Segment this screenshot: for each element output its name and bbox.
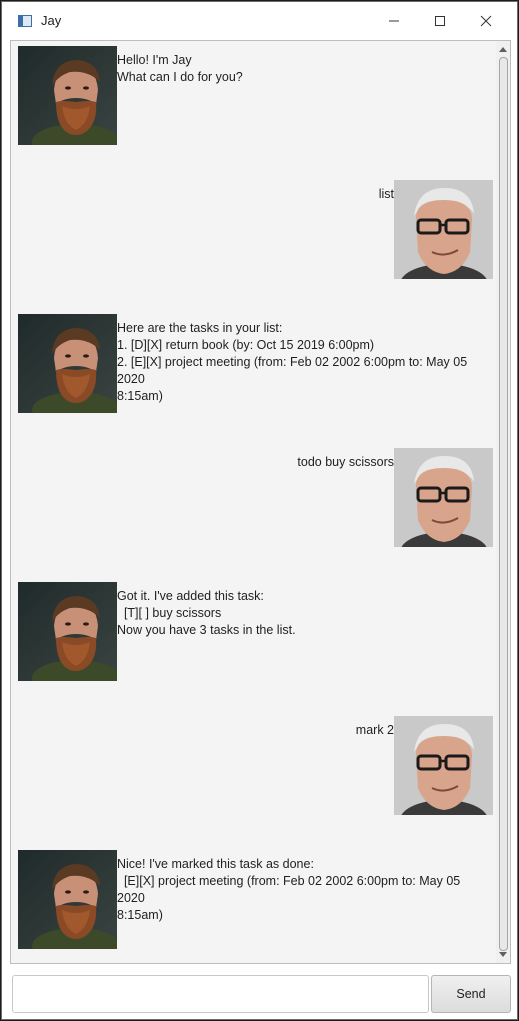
user-message-text: list	[378, 187, 394, 201]
bot-dialog: Hello! I'm Jay What can I do for you?	[18, 46, 493, 146]
title-bar[interactable]: Jay	[2, 2, 517, 40]
user-avatar	[394, 180, 493, 279]
bot-avatar	[18, 850, 117, 949]
close-button[interactable]	[464, 2, 510, 40]
scroll-down-arrow-icon[interactable]	[499, 952, 507, 957]
bot-dialog: Nice! I've marked this task as done: [E]…	[18, 850, 493, 950]
scroll-thumb[interactable]	[499, 57, 508, 951]
user-message-text: mark 2	[355, 723, 394, 737]
minimize-button[interactable]	[372, 2, 418, 40]
maximize-button[interactable]	[418, 2, 464, 40]
send-button[interactable]: Send	[431, 975, 511, 1013]
bot-message-text: Here are the tasks in your list: 1. [D][…	[117, 321, 468, 403]
close-icon	[480, 15, 492, 27]
message-input[interactable]	[12, 975, 429, 1013]
bot-avatar	[18, 314, 117, 413]
app-icon	[18, 15, 32, 27]
user-message-text: todo buy scissors	[297, 455, 394, 469]
bot-dialog: Here are the tasks in your list: 1. [D][…	[18, 314, 493, 414]
input-row: Send	[10, 974, 511, 1014]
maximize-icon	[435, 16, 445, 26]
app-window: Jay Hello! I'm Jay What can I do for you…	[1, 1, 518, 1020]
window-title: Jay	[41, 13, 62, 28]
user-avatar	[394, 716, 493, 815]
bot-message-text: Nice! I've marked this task as done: [E]…	[117, 857, 461, 922]
bot-avatar	[18, 46, 117, 145]
vertical-scrollbar[interactable]	[496, 41, 510, 963]
user-dialog: mark 2	[18, 716, 493, 816]
chat-scroll-pane[interactable]: Hello! I'm Jay What can I do for you? lis…	[10, 40, 511, 964]
bot-message-text: Got it. I've added this task: [T][ ] buy…	[117, 589, 296, 637]
bot-avatar	[18, 582, 117, 681]
minimize-icon	[389, 20, 399, 22]
bot-message-text: Hello! I'm Jay What can I do for you?	[117, 53, 243, 84]
user-avatar	[394, 448, 493, 547]
bot-dialog: Got it. I've added this task: [T][ ] buy…	[18, 582, 493, 682]
user-dialog: todo buy scissors	[18, 448, 493, 548]
scroll-up-arrow-icon[interactable]	[499, 47, 507, 52]
user-dialog: list	[18, 180, 493, 280]
